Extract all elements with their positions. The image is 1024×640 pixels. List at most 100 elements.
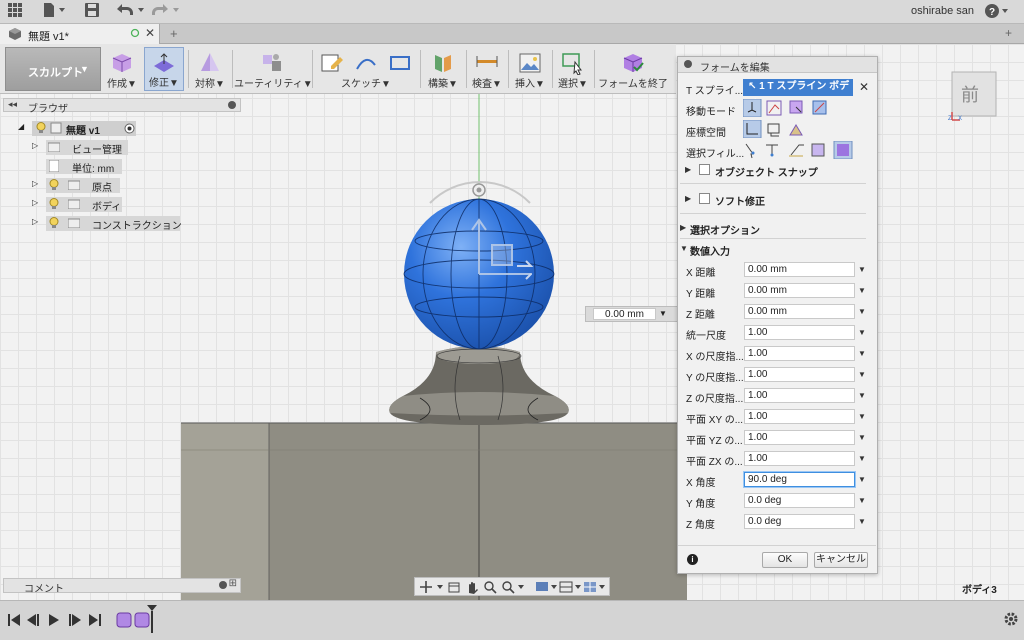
dropdown-arrow-icon[interactable]: ▼ bbox=[858, 496, 866, 505]
new-tab-icon[interactable]: + bbox=[170, 26, 178, 41]
tspline-selection[interactable]: ↖ 1 T スプライン ボディ bbox=[743, 79, 853, 108]
collapse-arrow-icon[interactable]: ◢ bbox=[18, 122, 24, 131]
z-scale-input[interactable]: 1.00 bbox=[744, 388, 855, 403]
browser-header[interactable]: ◂◂ ブラウザ bbox=[3, 98, 241, 115]
browser-item[interactable]: ▷ コンストラクション bbox=[32, 216, 182, 232]
visibility-bulb-icon[interactable] bbox=[36, 122, 46, 137]
expand-arrow-icon[interactable]: ▷ bbox=[32, 217, 38, 226]
move-mode-scale-icon[interactable] bbox=[812, 99, 828, 117]
step-forward-icon[interactable] bbox=[68, 611, 84, 631]
visibility-bulb-icon[interactable] bbox=[49, 198, 59, 213]
zoom-icon[interactable] bbox=[501, 580, 529, 597]
dropdown-arrow-icon[interactable]: ▼ bbox=[858, 433, 866, 442]
z-distance-input[interactable]: 0.00 mm bbox=[744, 304, 855, 319]
select-menu[interactable]: 選択▼ bbox=[554, 47, 592, 91]
close-tab-icon[interactable]: ✕ bbox=[145, 26, 155, 40]
plane-zx-scale-input[interactable]: 1.00 bbox=[744, 451, 855, 466]
look-at-icon[interactable] bbox=[447, 580, 461, 597]
undo-icon[interactable] bbox=[115, 3, 145, 21]
expand-arrow-icon[interactable]: ▷ bbox=[32, 198, 38, 207]
browser-item[interactable]: ▷ ボディ bbox=[32, 197, 132, 213]
dropdown-arrow-icon[interactable]: ▼ bbox=[858, 265, 866, 274]
plane-yz-scale-input[interactable]: 1.00 bbox=[744, 430, 855, 445]
save-icon[interactable] bbox=[85, 3, 99, 21]
dimension-input-box[interactable]: 0.00 mm ▼ bbox=[585, 306, 678, 322]
browser-pin-icon[interactable] bbox=[228, 101, 236, 109]
x-distance-input[interactable]: 0.00 mm bbox=[744, 262, 855, 277]
tab-overflow-icon[interactable]: + bbox=[1005, 26, 1012, 40]
modify-menu[interactable]: 修正▼ bbox=[144, 47, 184, 91]
object-snap-row[interactable]: ▶ オブジェクト スナップ bbox=[685, 164, 865, 179]
dropdown-arrow-icon[interactable]: ▼ bbox=[858, 412, 866, 421]
timeline-marker-icon[interactable] bbox=[147, 605, 157, 638]
collapse-browser-icon[interactable]: ◂◂ bbox=[8, 99, 17, 110]
object-snap-checkbox[interactable] bbox=[699, 164, 710, 175]
finish-form-button[interactable]: フォームを終了 bbox=[596, 47, 670, 91]
cancel-button[interactable]: キャンセル bbox=[814, 552, 868, 568]
x-angle-input[interactable]: 90.0 deg bbox=[744, 472, 855, 487]
symmetry-menu[interactable]: 対称▼ bbox=[190, 47, 230, 91]
move-mode-rotate-icon[interactable] bbox=[789, 99, 805, 117]
step-back-icon[interactable] bbox=[26, 611, 40, 631]
dropdown-arrow-icon[interactable]: ▼ bbox=[858, 286, 866, 295]
browser-item[interactable]: ▷ ビュー管理 bbox=[32, 140, 132, 156]
browser-item[interactable]: 単位: mm bbox=[32, 159, 132, 175]
create-menu[interactable]: 作成▼ bbox=[104, 47, 140, 91]
move-mode-translate-icon[interactable] bbox=[767, 99, 783, 117]
x-scale-input[interactable]: 1.00 bbox=[744, 346, 855, 361]
browser-root-node[interactable]: ◢ 無題 v1 bbox=[18, 121, 138, 137]
user-name[interactable]: oshirabe san bbox=[911, 5, 974, 17]
dropdown-arrow-icon[interactable]: ▼ bbox=[858, 517, 866, 526]
timeline-settings-icon[interactable] bbox=[1002, 610, 1020, 631]
view-cube[interactable]: Z X 前 bbox=[948, 68, 1002, 122]
pan-hand-icon[interactable] bbox=[465, 580, 479, 597]
viewports-icon[interactable] bbox=[583, 580, 611, 597]
dropdown-arrow-icon[interactable]: ▼ bbox=[858, 454, 866, 463]
dropdown-arrow-icon[interactable]: ▼ bbox=[858, 349, 866, 358]
document-tab[interactable]: 無題 v1* ✕ bbox=[0, 24, 160, 44]
activate-radio-icon[interactable] bbox=[124, 123, 135, 137]
select-options-row[interactable]: ▶ 選択オプション bbox=[680, 222, 860, 237]
coord-view-icon[interactable] bbox=[766, 120, 782, 138]
uniform-scale-input[interactable]: 1.00 bbox=[744, 325, 855, 340]
help-icon[interactable]: ? bbox=[984, 3, 1014, 21]
construct-menu[interactable]: 構築▼ bbox=[422, 47, 464, 91]
y-scale-input[interactable]: 1.00 bbox=[744, 367, 855, 382]
orbit-icon[interactable] bbox=[419, 580, 447, 597]
y-distance-input[interactable]: 0.00 mm bbox=[744, 283, 855, 298]
inspect-menu[interactable]: 検査▼ bbox=[468, 47, 506, 91]
timeline-feature-icon[interactable] bbox=[116, 611, 132, 632]
comment-expand-icon[interactable]: ⊞ bbox=[229, 578, 237, 589]
plane-xy-scale-input[interactable]: 1.00 bbox=[744, 409, 855, 424]
expand-arrow-icon[interactable]: ▶ bbox=[685, 194, 691, 203]
soft-modify-row[interactable]: ▶ ソフト修正 bbox=[685, 193, 865, 208]
numeric-input-row[interactable]: ▼ 数値入力 bbox=[680, 243, 860, 258]
filter-face-icon[interactable] bbox=[788, 141, 804, 159]
go-to-start-icon[interactable] bbox=[6, 611, 22, 631]
insert-menu[interactable]: 挿入▼ bbox=[510, 47, 550, 91]
redo-icon[interactable] bbox=[150, 3, 180, 21]
visibility-bulb-icon[interactable] bbox=[49, 179, 59, 194]
expand-arrow-icon[interactable]: ▶ bbox=[680, 223, 686, 232]
expand-arrow-icon[interactable]: ▷ bbox=[32, 179, 38, 188]
y-angle-input[interactable]: 0.0 deg bbox=[744, 493, 855, 508]
filter-body-icon[interactable] bbox=[810, 141, 826, 159]
dimension-dropdown-icon[interactable]: ▼ bbox=[659, 309, 667, 318]
dropdown-arrow-icon[interactable]: ▼ bbox=[858, 475, 866, 484]
filter-all-icon[interactable] bbox=[834, 141, 852, 159]
workspace-selector[interactable]: スカルプト ▼ bbox=[5, 47, 101, 91]
filter-edge-icon[interactable] bbox=[764, 141, 780, 159]
utility-menu[interactable]: ユーティリティ▼ bbox=[234, 47, 313, 91]
filter-vertex-icon[interactable] bbox=[743, 141, 759, 159]
dropdown-arrow-icon[interactable]: ▼ bbox=[858, 370, 866, 379]
dropdown-arrow-icon[interactable]: ▼ bbox=[858, 307, 866, 316]
sketch-menu[interactable]: スケッチ▼ bbox=[316, 47, 416, 91]
expand-arrow-icon[interactable]: ▷ bbox=[32, 141, 38, 150]
panel-header[interactable]: フォームを編集 bbox=[678, 57, 877, 74]
clear-selection-icon[interactable]: ✕ bbox=[859, 80, 869, 94]
file-menu-icon[interactable] bbox=[43, 3, 67, 21]
comment-bar[interactable]: コメント ⊞ bbox=[3, 578, 241, 595]
coord-world-icon[interactable] bbox=[743, 120, 761, 138]
play-icon[interactable] bbox=[48, 611, 62, 631]
dropdown-arrow-icon[interactable]: ▼ bbox=[858, 391, 866, 400]
